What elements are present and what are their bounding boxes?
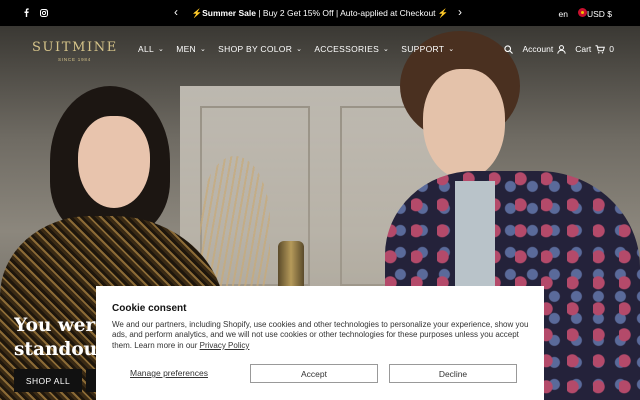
- flag-icon: [577, 8, 587, 17]
- nav-item-label: MEN: [176, 44, 196, 54]
- search-button[interactable]: [504, 44, 514, 54]
- currency-selector[interactable]: USD $: [577, 8, 612, 19]
- promo-text: ⚡Summer Sale | Buy 2 Get 15% Off | Auto-…: [0, 8, 640, 19]
- user-icon: [557, 44, 566, 54]
- chevron-down-icon: ⌄: [296, 46, 303, 53]
- nav-item-label: ALL: [138, 44, 155, 54]
- promo-details: | Buy 2 Get 15% Off | Auto-applied at Ch…: [255, 8, 449, 18]
- nav-item-support[interactable]: SUPPORT ⌄: [401, 44, 454, 54]
- site-header: SUITMINE SINCE 1984 ALL ⌄ MEN ⌄ SHOP BY CO…: [0, 26, 640, 74]
- next-announcement-button[interactable]: ›: [458, 6, 462, 18]
- accept-button[interactable]: Accept: [250, 364, 378, 383]
- chevron-down-icon: ⌄: [383, 46, 390, 53]
- logo-tagline: SINCE 1984: [58, 57, 92, 62]
- nav-item-all[interactable]: ALL ⌄: [138, 44, 164, 54]
- announcement-bar: ‹ ⚡Summer Sale | Buy 2 Get 15% Off | Aut…: [0, 0, 640, 26]
- language-selector[interactable]: en: [558, 9, 567, 19]
- shop-all-button[interactable]: SHOP ALL: [14, 369, 82, 392]
- cookie-consent-title: Cookie consent: [112, 303, 187, 314]
- account-label: Account: [522, 44, 554, 54]
- hero-headline-line: You were: [14, 315, 104, 336]
- cart-icon: [595, 44, 606, 53]
- header-actions: Account Cart 0: [504, 44, 614, 54]
- nav-item-label: SUPPORT: [401, 44, 445, 54]
- nav-item-label: ACCESSORIES: [314, 44, 380, 54]
- locale-selector: en USD $: [558, 8, 612, 19]
- cart-link[interactable]: Cart 0: [575, 44, 614, 54]
- nav-item-men[interactable]: MEN ⌄: [176, 44, 206, 54]
- cart-count: 0: [609, 44, 614, 54]
- currency-label: USD $: [586, 9, 612, 19]
- promo-headline: ⚡Summer Sale: [191, 8, 256, 18]
- decline-button[interactable]: Decline: [389, 364, 517, 383]
- chevron-down-icon: ⌄: [158, 46, 165, 53]
- nav-item-label: SHOP BY COLOR: [218, 44, 293, 54]
- cookie-consent-text: We and our partners, including Shopify, …: [112, 320, 529, 350]
- nav-item-shop-by-color[interactable]: SHOP BY COLOR ⌄: [218, 44, 302, 54]
- secondary-hero-button[interactable]: [86, 369, 96, 392]
- chevron-down-icon: ⌄: [448, 46, 455, 53]
- main-nav: ALL ⌄ MEN ⌄ SHOP BY COLOR ⌄ ACCESSORIES ⌄ SU…: [138, 44, 454, 54]
- search-icon: [504, 44, 514, 54]
- hero-headline-line: standout: [14, 339, 104, 360]
- account-link[interactable]: Account: [522, 44, 566, 54]
- privacy-policy-link[interactable]: Privacy Policy: [200, 341, 250, 350]
- cookie-consent-dialog: Cookie consent We and our partners, incl…: [96, 286, 544, 400]
- hero-headline: You were standout: [14, 314, 104, 362]
- chevron-down-icon: ⌄: [200, 46, 207, 53]
- cart-label: Cart: [575, 44, 592, 54]
- site-logo[interactable]: SUITMINE: [32, 40, 118, 55]
- nav-item-accessories[interactable]: ACCESSORIES ⌄: [314, 44, 389, 54]
- manage-preferences-link[interactable]: Manage preferences: [130, 368, 208, 378]
- cookie-consent-body: We and our partners, including Shopify, …: [112, 320, 532, 351]
